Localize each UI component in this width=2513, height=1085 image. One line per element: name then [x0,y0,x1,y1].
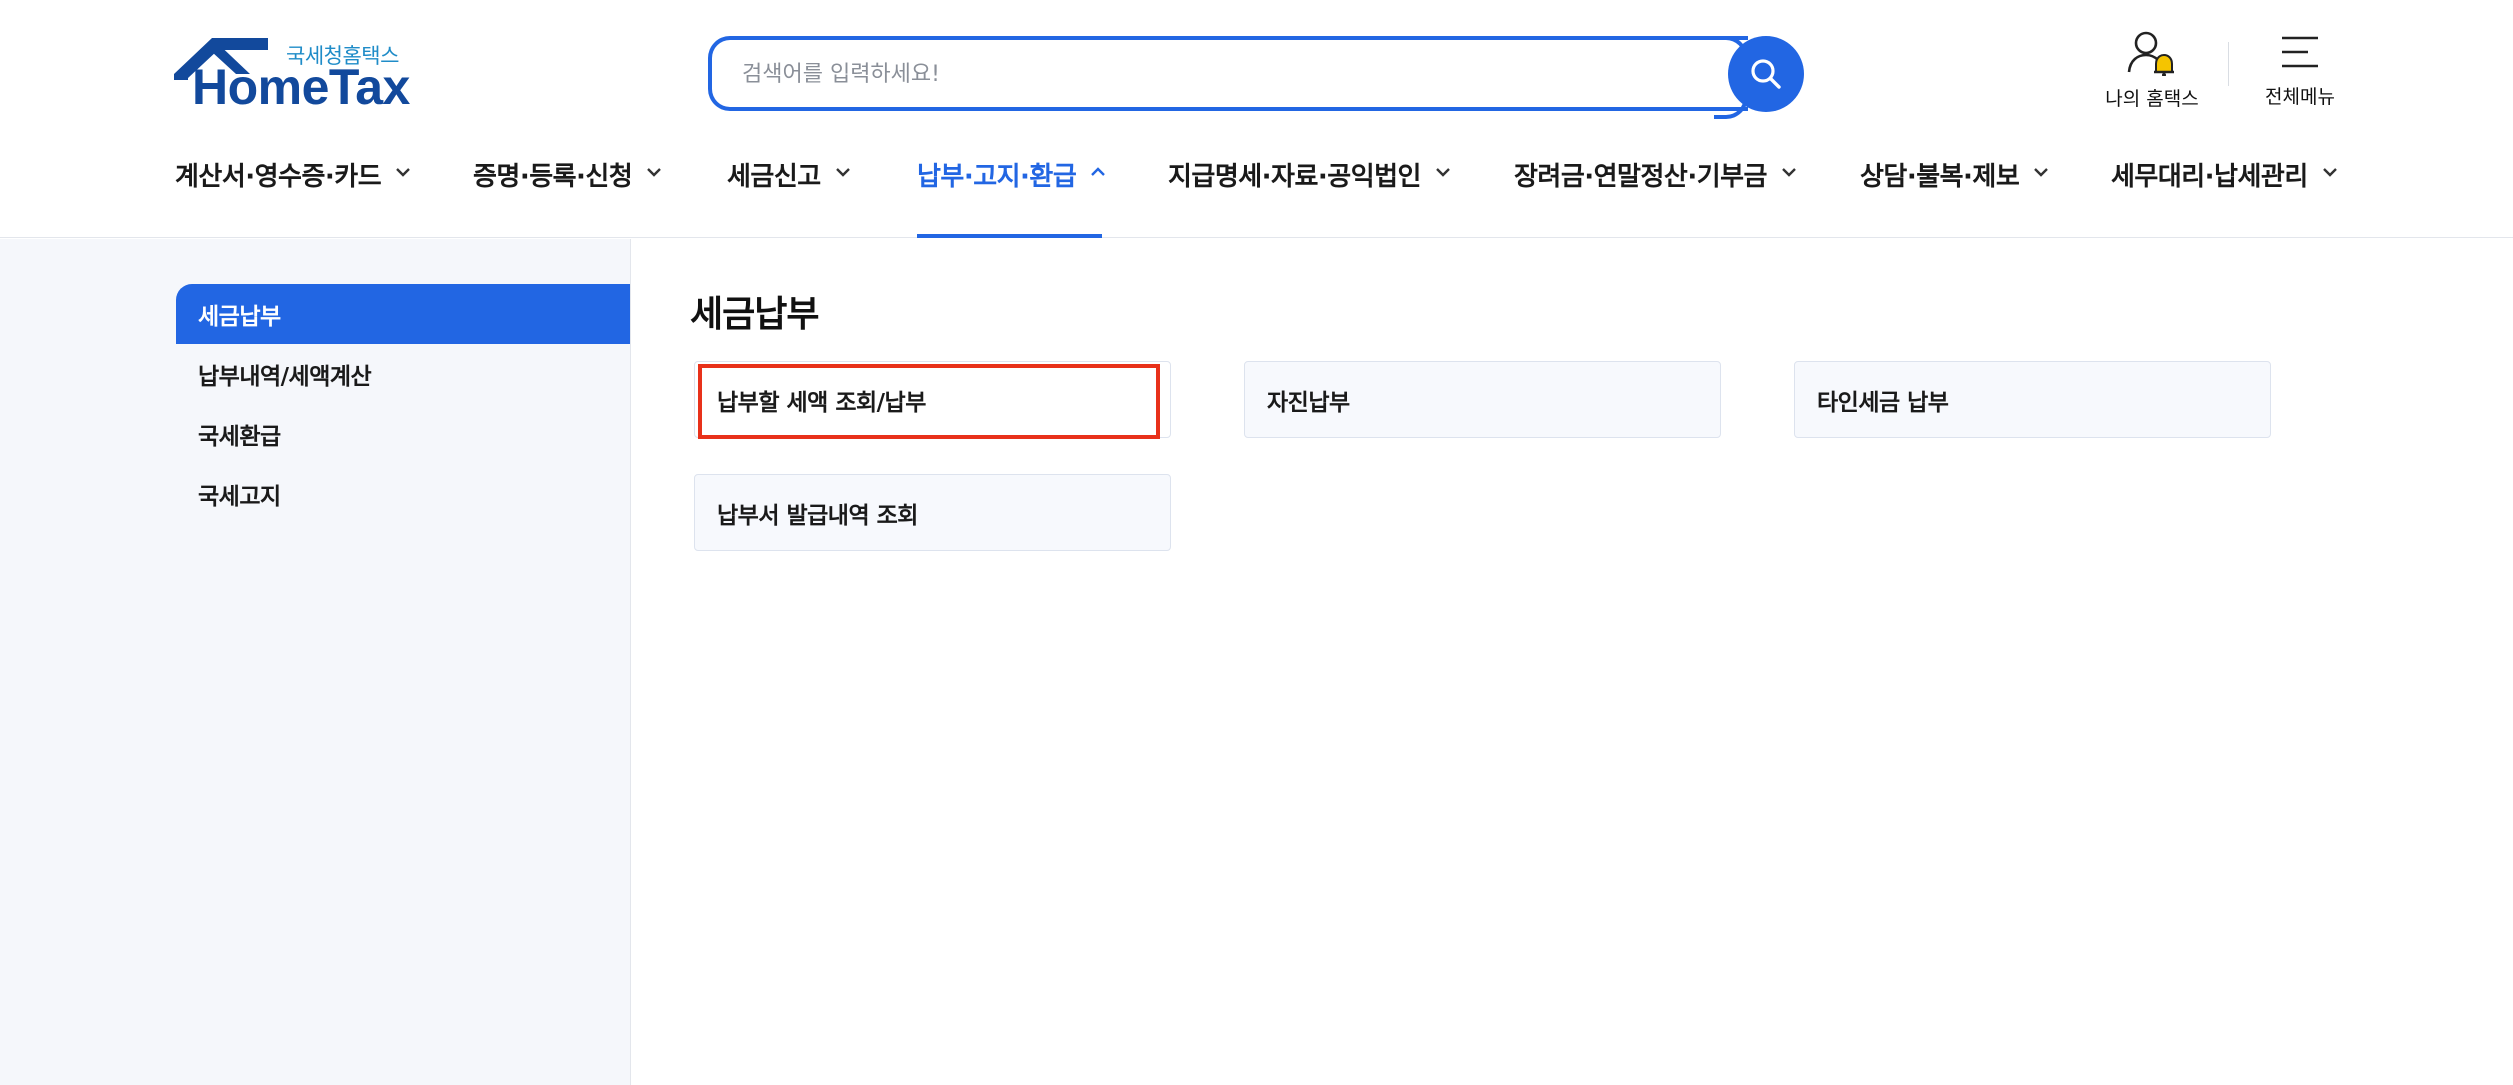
chevron-down-icon [835,168,850,177]
all-menu-button[interactable]: 전체메뉴 [2258,30,2342,109]
gnb-item-tax-agent-management[interactable]: 세무대리·납세관리 [2111,156,2338,238]
active-tab-underline [917,234,1102,238]
card-pay-others-tax[interactable]: 타인세금 납부 [1794,361,2271,438]
gnb-item-label: 계산서·영수증·카드 [175,162,382,192]
chevron-up-icon [1091,167,1106,176]
site-header: 국세청홈택스 HomeTax 나의 홈택스 전체메뉴 계산서·영수증·카 [0,0,2513,238]
chevron-down-icon [2322,168,2337,177]
chevron-down-icon [647,168,662,177]
sidebar-item-tax-notice[interactable]: 국세고지 [176,464,630,524]
gnb-item-label: 장려금·연말정산·기부금 [1514,162,1767,192]
sidebar-item-payment-history[interactable]: 납부내역/세액계산 [176,344,630,404]
search-input[interactable] [742,52,1702,96]
sidebar-item-tax-payment[interactable]: 세금납부 [176,284,630,344]
utility-divider [2228,42,2229,86]
gnb-item-certificate-registration[interactable]: 증명·등록·신청 [473,156,662,238]
logo-wordmark: HomeTax [192,59,410,115]
chevron-down-icon [2034,168,2049,177]
gnb-item-label: 세무대리·납세관리 [2111,162,2308,192]
my-hometax-label: 나의 홈택스 [2105,88,2199,110]
chevron-down-icon [1782,168,1796,177]
gnb-item-invoice-receipt-card[interactable]: 계산서·영수증·카드 [175,156,411,238]
gnb-item-label: 세금신고 [727,162,821,192]
search-button[interactable] [1728,36,1804,112]
my-hometax-button[interactable]: 나의 홈택스 [2100,30,2204,111]
gnb-item-incentive-year-end-donation[interactable]: 장려금·연말정산·기부금 [1514,156,1797,238]
page-title: 세금납부 [690,294,819,335]
gnb-item-label: 상담·불복·제보 [1860,162,2020,192]
gnb-item-tax-filing[interactable]: 세금신고 [727,156,851,238]
hamburger-menu-icon [2282,36,2318,68]
card-payment-slip-history[interactable]: 납부서 발급내역 조회 [694,474,1171,551]
gnb-item-label: 증명·등록·신청 [473,162,633,192]
chevron-down-icon [396,168,410,177]
search-bar [708,36,1748,119]
all-menu-label: 전체메뉴 [2265,86,2335,108]
card-check-payable-tax[interactable]: 납부할 세액 조회/납부 [694,361,1171,438]
gnb-item-label: 지급명세·자료·공익법인 [1168,162,1421,192]
hometax-logo[interactable]: 국세청홈택스 HomeTax [174,36,410,114]
gnb-item-label: 납부·고지·환급 [917,162,1077,192]
sidebar-item-tax-refund[interactable]: 국세환급 [176,404,630,464]
global-navigation: 계산서·영수증·카드 증명·등록·신청 세금신고 납부·고지·환급 지급명세·자… [0,150,2513,238]
chevron-down-icon [1436,168,1450,177]
search-icon [1751,59,1781,89]
user-bell-icon [2127,31,2174,76]
local-navigation: 세금납부 납부내역/세액계산 국세환급 국세고지 [176,284,630,524]
gnb-item-payment-notice-refund[interactable]: 납부·고지·환급 [917,156,1106,238]
card-self-payment[interactable]: 자진납부 [1244,361,1721,438]
gnb-item-consult-appeal-report[interactable]: 상담·불복·제보 [1860,156,2049,238]
gnb-item-payment-statement-data[interactable]: 지급명세·자료·공익법인 [1168,156,1451,238]
